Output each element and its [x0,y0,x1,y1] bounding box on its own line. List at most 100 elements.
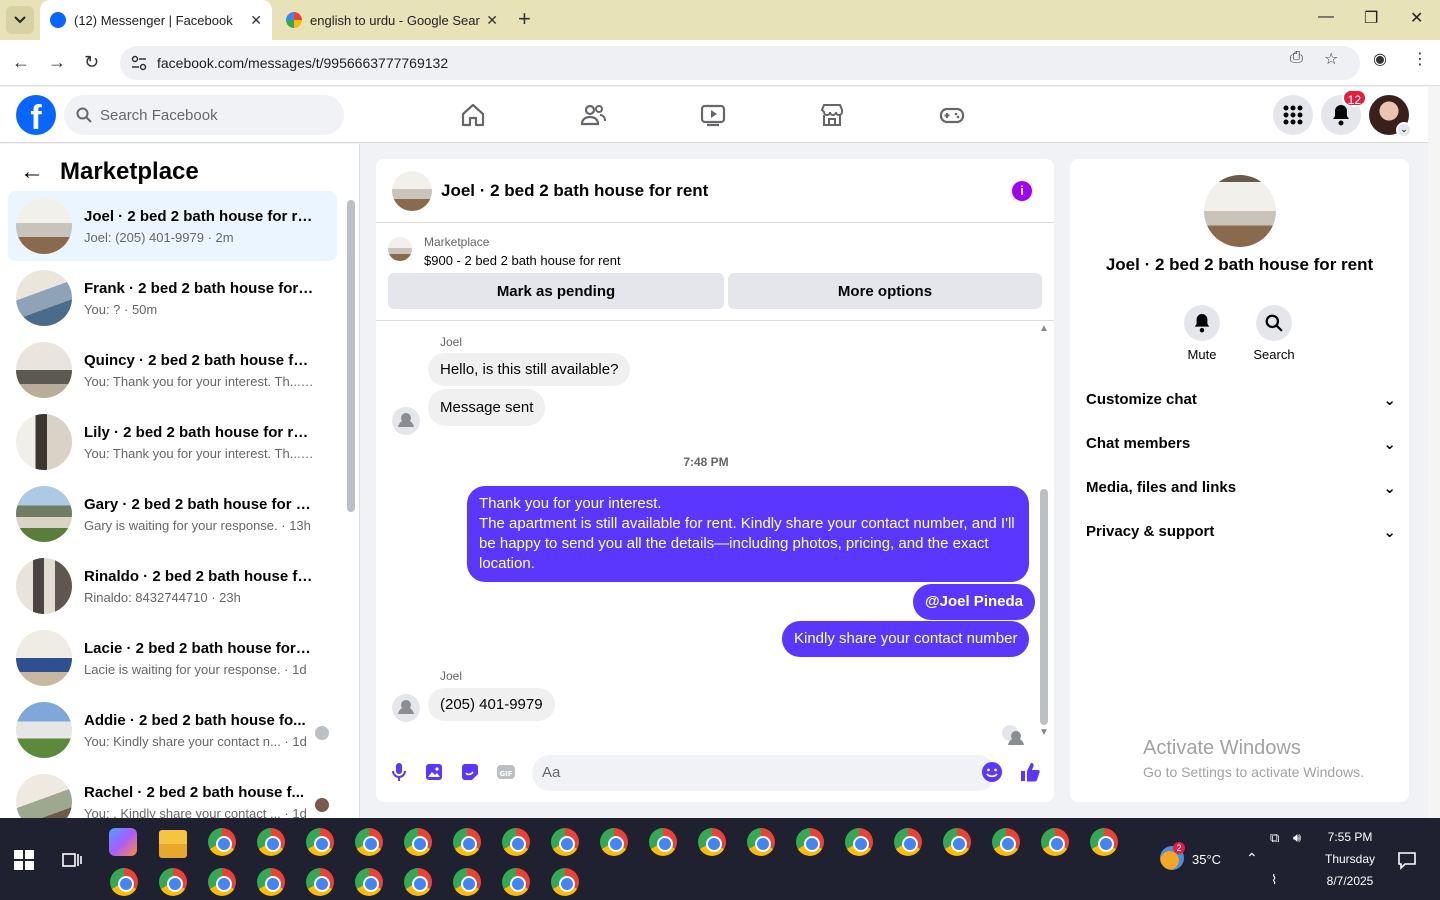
mark-as-pending-button[interactable]: Mark as pending [388,273,724,309]
chrome-window-icon[interactable] [159,868,187,896]
conversation-gary[interactable]: Gary · 2 bed 2 bath house for rent Gary i… [8,479,337,549]
info-icon[interactable]: i [1012,181,1032,201]
chrome-window-icon[interactable] [551,828,579,856]
new-tab-icon[interactable]: + [518,8,531,30]
chrome-window-icon[interactable] [355,868,383,896]
chrome-window-icon[interactable] [747,828,775,856]
back-arrow-icon[interactable]: ← [20,158,44,186]
chrome-window-icon[interactable] [943,828,971,856]
chrome-window-icon[interactable] [649,828,677,856]
facebook-logo-icon[interactable]: f [16,95,56,135]
chrome-window-icon[interactable] [894,828,922,856]
photo-icon[interactable] [423,761,445,783]
outgoing-message[interactable]: @Joel Pineda [913,584,1035,620]
chrome-window-icon[interactable] [306,868,334,896]
conversation-lily[interactable]: Lily · 2 bed 2 bath house for rent You: T… [8,407,337,477]
forward-icon[interactable]: → [48,52,66,73]
restore-icon[interactable]: ❐ [1364,8,1378,28]
gaming-icon[interactable] [938,101,966,129]
windows-start-icon[interactable] [14,850,34,870]
thumbs-up-icon[interactable] [1019,761,1041,783]
task-view-icon[interactable] [62,850,82,870]
copilot-icon[interactable] [109,828,137,856]
chrome-window-icon[interactable] [306,828,334,856]
wifi-icon[interactable]: ⌇ [1271,872,1277,888]
chat-avatar[interactable] [392,170,432,211]
notifications-button[interactable]: 12 [1321,89,1367,135]
incoming-message[interactable]: (205) 401-9979 [428,688,555,721]
section-customize-chat[interactable]: Customize chat ⌄ [1086,391,1396,409]
tab-search-button[interactable] [6,6,34,34]
facebook-search[interactable] [64,95,344,135]
volume-icon[interactable]: 🔊︎ [1293,830,1301,846]
chrome-window-icon[interactable] [208,868,236,896]
chrome-window-icon[interactable] [796,828,824,856]
meet-now-icon[interactable]: ⧉ [1270,830,1279,846]
close-tab-icon[interactable]: ✕ [486,12,498,29]
chrome-window-icon[interactable] [502,828,530,856]
url-bar[interactable]: facebook.com/messages/t/9956663777769132 [120,46,1360,80]
section-privacy-support[interactable]: Privacy & support ⌄ [1086,523,1396,541]
marketplace-listing[interactable]: Marketplace $900 - 2 bed 2 bath house fo… [388,235,621,268]
close-window-icon[interactable]: ✕ [1410,8,1423,28]
home-icon[interactable] [459,101,487,129]
chrome-window-icon[interactable] [355,828,383,856]
file-explorer-icon[interactable] [159,830,187,858]
conversation-rachel[interactable]: Rachel · 2 bed 2 bath house f... You: . K… [8,767,337,818]
more-menu-icon[interactable]: ⋮ [1412,49,1428,69]
chrome-window-icon[interactable] [453,868,481,896]
account-avatar[interactable]: ⌄ [1369,95,1412,138]
chrome-window-icon[interactable] [502,868,530,896]
watch-icon[interactable] [699,101,727,129]
gif-icon[interactable]: GIF [495,761,517,783]
chrome-window-icon[interactable] [1041,828,1069,856]
notification-center-icon[interactable] [1397,850,1417,870]
back-icon[interactable]: ← [12,52,30,73]
conversation-lacie[interactable]: Lacie · 2 bed 2 bath house for rent Lacie… [8,623,337,693]
message-input[interactable] [542,764,942,781]
chrome-window-icon[interactable] [257,828,285,856]
conversation-rinaldo[interactable]: Rinaldo · 2 bed 2 bath house for... Rinal… [8,551,337,621]
chrome-window-icon[interactable] [404,828,432,856]
message-input-box[interactable] [532,755,996,791]
bookmark-star-icon[interactable]: ☆ [1324,49,1338,69]
scroll-up-arrow-icon[interactable]: ▲ [1039,323,1049,334]
section-chat-members[interactable]: Chat members ⌄ [1086,435,1396,453]
search-conversation-button[interactable]: Search [1244,305,1304,362]
chrome-window-icon[interactable] [110,868,138,896]
conversation-frank[interactable]: Frank · 2 bed 2 bath house for r... You: … [8,263,337,333]
friends-icon[interactable] [579,101,607,129]
chat-title[interactable]: Joel · 2 bed 2 bath house for rent [441,181,708,201]
minimize-icon[interactable]: — [1318,8,1334,26]
reload-icon[interactable]: ↻ [84,52,99,73]
clock[interactable]: 7:55 PM Thursday 8/7/2025 [1318,830,1382,888]
search-input[interactable] [100,106,320,124]
listing-avatar[interactable] [1204,175,1276,247]
conversation-addie[interactable]: Addie · 2 bed 2 bath house fo... You: Kin… [8,695,337,765]
outgoing-message[interactable]: Kindly share your contact number [782,621,1030,657]
mute-button[interactable]: Mute [1172,305,1232,362]
chevron-up-icon[interactable]: ⌃ [1246,850,1258,867]
chrome-window-icon[interactable] [698,828,726,856]
conversation-quincy[interactable]: Quincy · 2 bed 2 bath house for ... You: … [8,335,337,405]
profile-icon[interactable]: ◉ [1373,49,1387,69]
sticker-icon[interactable] [459,761,481,783]
more-options-button[interactable]: More options [728,273,1042,309]
section-media-files-links[interactable]: Media, files and links ⌄ [1086,479,1396,497]
chrome-window-icon[interactable] [1090,828,1118,856]
install-app-icon[interactable]: ⎙ [1290,49,1303,67]
outgoing-message[interactable]: Thank you for your interest. The apartme… [467,486,1029,582]
emoji-icon[interactable] [981,761,1003,783]
tab-google-search[interactable]: english to urdu - Google Search ✕ [276,0,508,40]
chrome-window-icon[interactable] [845,828,873,856]
chrome-window-icon[interactable] [453,828,481,856]
chrome-window-icon[interactable] [600,828,628,856]
chrome-window-icon[interactable] [551,868,579,896]
marketplace-icon[interactable] [818,101,846,129]
close-tab-icon[interactable]: ✕ [250,12,262,29]
chat-scrollbar[interactable] [1040,489,1048,725]
page-scrollbar[interactable] [1428,87,1440,818]
conversation-joel[interactable]: Joel · 2 bed 2 bath house for rent Joel: … [8,191,337,261]
chrome-window-icon[interactable] [404,868,432,896]
microphone-icon[interactable] [388,761,410,783]
